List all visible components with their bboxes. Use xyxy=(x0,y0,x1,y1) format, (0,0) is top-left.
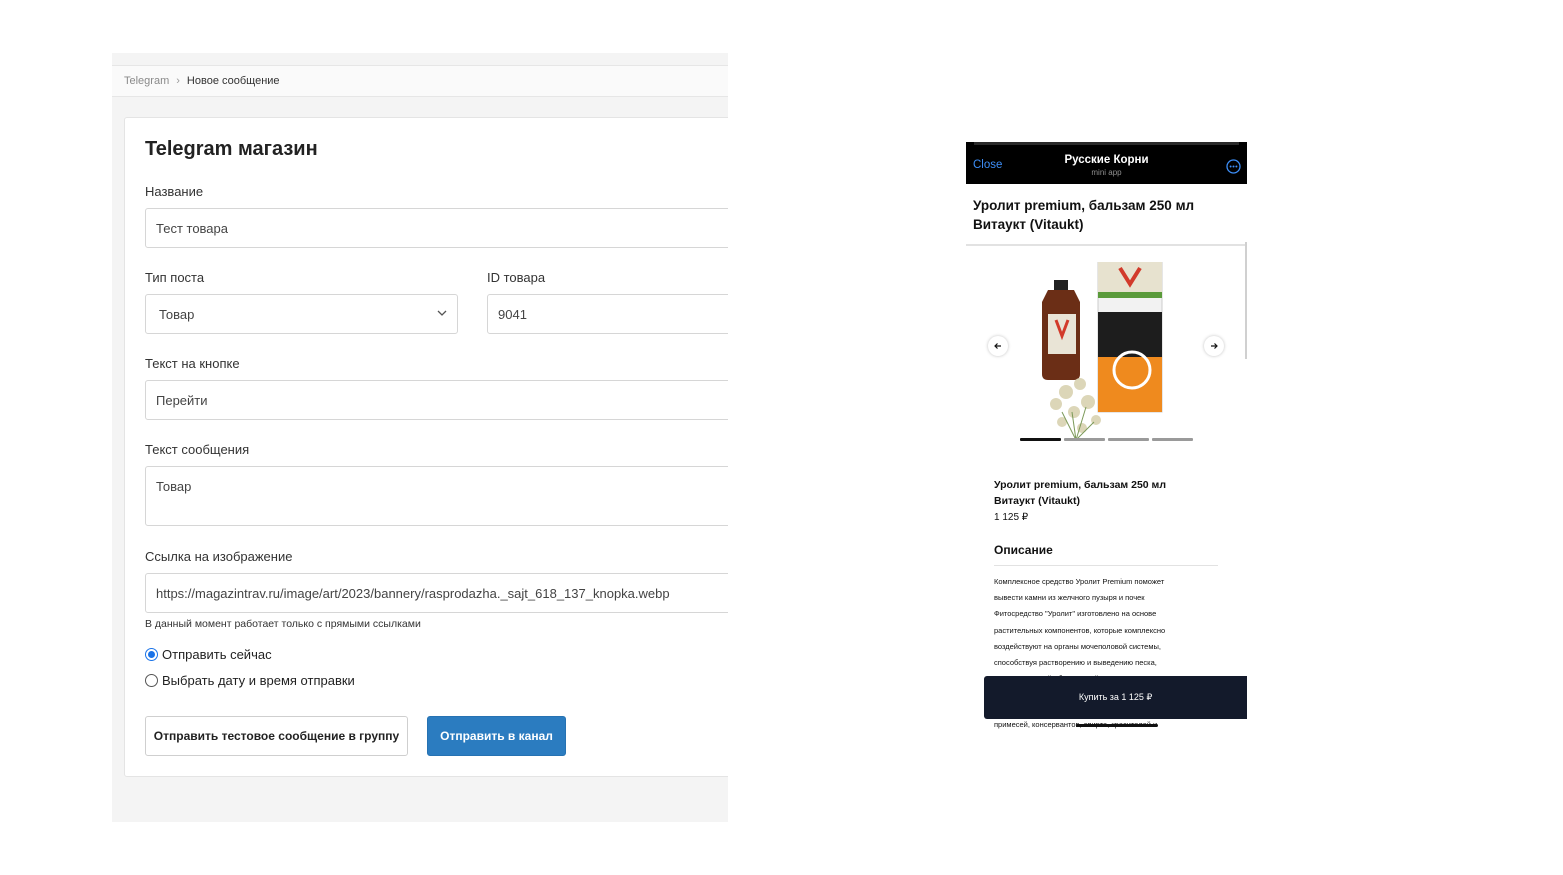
name-input[interactable]: Тест товара xyxy=(145,208,728,248)
product-title: Уролит premium, бальзам 250 мл Витаукт (… xyxy=(994,479,1166,507)
send-to-channel-button[interactable]: Отправить в канал xyxy=(427,716,566,756)
herb-flowers xyxy=(1050,378,1101,433)
message-text-label: Текст сообщения xyxy=(145,442,250,457)
product-id-input[interactable]: 9041 xyxy=(487,294,728,334)
gallery-pagination xyxy=(1020,438,1193,441)
page-title: Telegram магазин xyxy=(145,138,318,160)
arrow-left-icon xyxy=(994,343,1001,349)
pick-date-option[interactable]: Выбрать дату и время отправки xyxy=(145,673,355,688)
image-link-input[interactable]: https://magazintrav.ru/image/art/2023/ba… xyxy=(145,573,728,613)
app-title: Русские Корни xyxy=(1064,154,1149,166)
box-orange-panel xyxy=(1098,357,1162,412)
post-type-select[interactable]: Товар xyxy=(145,294,458,334)
home-indicator xyxy=(1076,724,1158,727)
product-header: Уролит premium, бальзам 250 мл Витаукт (… xyxy=(966,184,1247,246)
gallery-dot[interactable] xyxy=(1108,438,1149,441)
arrow-right-icon xyxy=(1211,343,1218,349)
app-subtitle: mini app xyxy=(1091,168,1122,177)
send-now-label: Отправить сейчас xyxy=(162,647,272,662)
pick-date-label: Выбрать дату и время отправки xyxy=(162,673,355,688)
description-line: способствуя растворению и выведению песк… xyxy=(994,658,1157,668)
topbar-divider xyxy=(974,142,1239,145)
pick-date-radio[interactable] xyxy=(145,674,158,687)
send-now-radio[interactable] xyxy=(145,648,158,661)
gallery-dot[interactable] xyxy=(1020,438,1061,441)
product-gallery[interactable] xyxy=(966,248,1247,448)
description-heading: Описание xyxy=(994,543,1053,557)
breadcrumb-separator: › xyxy=(176,75,180,87)
gallery-scroll-edge xyxy=(1245,242,1247,359)
send-test-button[interactable]: Отправить тестовое сообщение в группу xyxy=(145,716,408,756)
gallery-next-button[interactable] xyxy=(1204,336,1224,356)
breadcrumb: Telegram › Новое сообщение xyxy=(112,65,728,97)
description-divider xyxy=(994,565,1218,566)
name-label: Название xyxy=(145,184,204,199)
image-link-hint: В данный момент работает только с прямым… xyxy=(145,618,421,630)
product-id-label: ID товара xyxy=(487,270,546,285)
post-type-value: Товар xyxy=(159,306,195,322)
send-now-option[interactable]: Отправить сейчас xyxy=(145,647,272,662)
description-line: Комплексное средство Уролит Premium помо… xyxy=(994,577,1165,586)
breadcrumb-root-link[interactable]: Telegram xyxy=(124,75,169,87)
post-type-label: Тип поста xyxy=(145,270,205,285)
product-price: 1 125 ₽ xyxy=(994,512,1029,523)
image-link-label: Ссылка на изображение xyxy=(145,549,293,564)
button-text-input[interactable]: Перейти xyxy=(145,380,728,420)
more-options-icon[interactable] xyxy=(1226,159,1241,174)
mini-app-screen: Close Русские Корни mini app Уролит prem… xyxy=(966,142,1247,732)
mini-app-topbar: Close Русские Корни mini app xyxy=(966,142,1247,184)
bottle-cap xyxy=(1054,280,1068,290)
form-card: Telegram магазин Название Тест товара Ти… xyxy=(124,117,728,777)
product-image xyxy=(1042,262,1163,440)
button-text-label: Текст на кнопке xyxy=(145,356,240,371)
description-line: растительных компонентов, которые компле… xyxy=(994,625,1166,635)
description-line: вывести камни из желчного пузыря и почек xyxy=(994,593,1145,603)
product-header-title: Уролит premium, бальзам 250 мл Витаукт (… xyxy=(973,198,1195,232)
buy-button-label: Купить за 1 125 ₽ xyxy=(1078,692,1153,702)
description-text: Комплексное средство Уролит Premium помо… xyxy=(994,574,1219,687)
gallery-prev-button[interactable] xyxy=(988,336,1008,356)
chevron-down-icon xyxy=(437,310,447,316)
buy-button[interactable]: Купить за 1 125 ₽ xyxy=(984,676,1247,719)
breadcrumb-current: Новое сообщение xyxy=(186,75,280,87)
message-text-textarea[interactable]: Товар xyxy=(145,466,728,526)
admin-panel: Telegram › Новое сообщение Telegram мага… xyxy=(112,53,728,822)
box-stripe xyxy=(1098,292,1162,298)
gallery-dot[interactable] xyxy=(1152,438,1193,441)
description-line: воздействуют на органы мочеполовой систе… xyxy=(994,641,1161,651)
description-line: Фитосредство "Уролит" изготовлено на осн… xyxy=(994,609,1157,619)
gallery-dot[interactable] xyxy=(1064,438,1105,441)
